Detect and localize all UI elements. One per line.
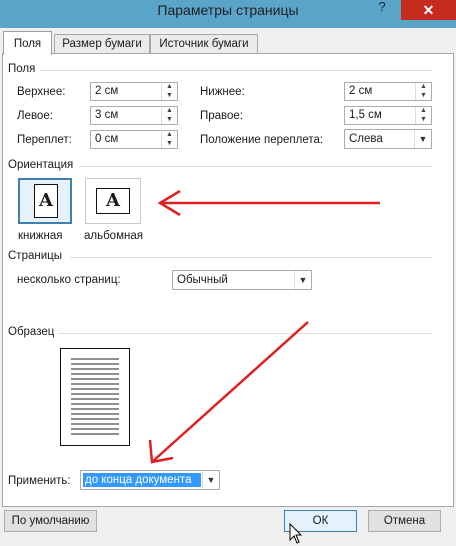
apply-value: до конца документа	[85, 474, 192, 486]
annotation-arrow-horizontal	[157, 189, 380, 217]
mouse-cursor-icon	[289, 522, 303, 544]
annotation-overlay	[148, 189, 380, 544]
annotation-arrow-diagonal	[148, 321, 309, 464]
tab-margins[interactable]: Поля	[3, 31, 52, 55]
